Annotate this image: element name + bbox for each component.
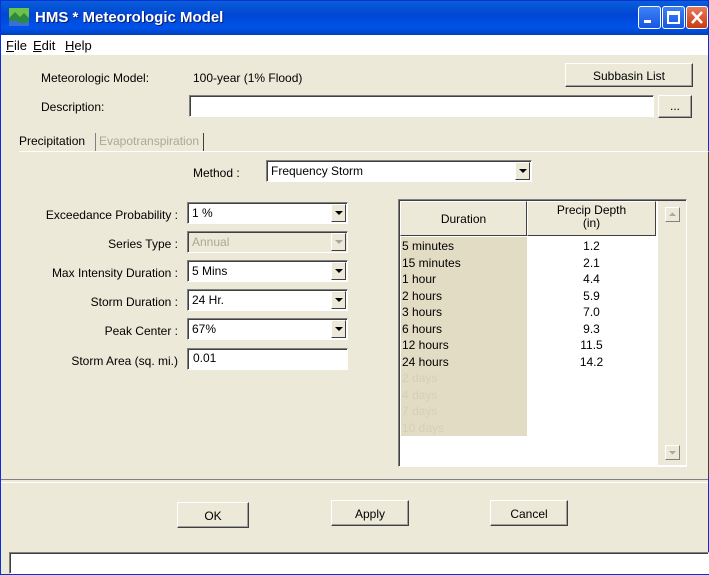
maximize-icon: [667, 11, 680, 24]
exceedance-probability-value: 1 %: [192, 206, 213, 220]
table-row-duration[interactable]: 7 days: [401, 404, 528, 418]
peak-center-select[interactable]: 67%: [187, 318, 348, 340]
hms-app-icon: [9, 8, 29, 26]
chevron-down-icon[interactable]: [331, 262, 346, 280]
table-row-depth[interactable]: [527, 404, 656, 418]
scroll-up-button[interactable]: [665, 207, 680, 222]
peak-center-value: 67%: [192, 322, 217, 336]
apply-button[interactable]: Apply: [331, 500, 409, 526]
series-type-label: Series Type :: [108, 237, 178, 251]
subbasin-list-button[interactable]: Subbasin List: [565, 63, 693, 87]
storm-duration-label: Storm Duration :: [90, 295, 178, 309]
status-bar: [9, 552, 709, 574]
storm-duration-select[interactable]: 24 Hr.: [187, 289, 348, 311]
table-row-duration[interactable]: 1 hour: [401, 272, 528, 286]
max-intensity-duration-value: 5 Mins: [192, 264, 228, 278]
table-row-depth[interactable]: 11.5: [527, 338, 656, 352]
precip-depth-column-header[interactable]: Precip Depth (in): [527, 201, 656, 236]
tab-divider-end: [203, 133, 204, 151]
tab-evapotranspiration[interactable]: Evapotranspiration: [99, 131, 203, 151]
method-value: Frequency Storm: [271, 164, 364, 178]
table-row-depth[interactable]: 14.2: [527, 355, 656, 369]
cancel-button[interactable]: Cancel: [490, 500, 568, 526]
series-type-select: Annual: [187, 231, 348, 253]
description-ellipsis-button[interactable]: ...: [658, 95, 692, 118]
scroll-down-icon: [669, 451, 676, 455]
table-row-depth[interactable]: 9.3: [527, 322, 656, 336]
peak-center-label: Peak Center :: [104, 324, 178, 338]
description-label: Description:: [41, 100, 105, 114]
table-vertical-scrollbar[interactable]: [657, 201, 686, 465]
table-row-depth[interactable]: [527, 388, 656, 402]
storm-area-field[interactable]: 0.01: [187, 348, 348, 370]
method-select[interactable]: Frequency Storm: [266, 160, 532, 182]
table-row-depth[interactable]: 4.4: [527, 272, 656, 286]
max-intensity-duration-select[interactable]: 5 Mins: [187, 260, 348, 282]
menu-edit[interactable]: Edit: [33, 38, 55, 53]
table-row-duration[interactable]: 6 hours: [401, 322, 528, 336]
tab-divider: [95, 133, 96, 151]
series-type-value: Annual: [192, 235, 230, 249]
method-label: Method :: [193, 166, 240, 180]
menu-file[interactable]: File: [6, 38, 27, 53]
table-row-duration[interactable]: 5 minutes: [401, 239, 528, 253]
scroll-down-button[interactable]: [665, 445, 680, 460]
table-row-depth[interactable]: [527, 421, 656, 435]
table-row-duration[interactable]: 24 hours: [401, 355, 528, 369]
table-row-duration[interactable]: 2 days: [401, 371, 528, 385]
storm-area-label: Storm Area (sq. mi.): [71, 354, 178, 368]
meteorologic-model-value: 100-year (1% Flood): [193, 71, 303, 85]
close-button[interactable]: [686, 6, 708, 29]
table-row-depth[interactable]: 5.9: [527, 289, 656, 303]
window-title: HMS * Meteorologic Model: [35, 9, 224, 26]
meteorologic-model-label: Meteorologic Model:: [41, 71, 150, 85]
title-bar[interactable]: HMS * Meteorologic Model: [1, 1, 708, 35]
table-row-duration[interactable]: 3 hours: [401, 305, 528, 319]
max-intensity-duration-label: Max Intensity Duration :: [51, 266, 178, 280]
table-row-duration[interactable]: 4 days: [401, 388, 528, 402]
chevron-down-icon: [331, 233, 346, 251]
meteorologic-model-window: HMS * Meteorologic Model File Edit Help …: [0, 0, 709, 575]
storm-duration-value: 24 Hr.: [192, 293, 225, 307]
table-row-depth[interactable]: 1.2: [527, 239, 656, 253]
exceedance-probability-select[interactable]: 1 %: [187, 202, 348, 224]
table-row-duration[interactable]: 10 days: [401, 421, 528, 435]
precip-depth-table: Duration Precip Depth (in) 5 minutes 1.2 1…: [398, 199, 687, 467]
maximize-button[interactable]: [662, 6, 685, 29]
chevron-down-icon[interactable]: [515, 162, 530, 180]
minimize-button[interactable]: [638, 6, 661, 29]
close-icon: [691, 11, 703, 24]
table-row-depth[interactable]: [527, 371, 656, 385]
duration-column-header[interactable]: Duration: [400, 201, 527, 236]
exceedance-probability-label: Exceedance Probability :: [45, 208, 178, 222]
table-row-duration[interactable]: 15 minutes: [401, 256, 528, 270]
table-row-duration[interactable]: 12 hours: [401, 338, 528, 352]
chevron-down-icon[interactable]: [331, 291, 346, 309]
table-row-depth[interactable]: 7.0: [527, 305, 656, 319]
table-row-depth[interactable]: 2.1: [527, 256, 656, 270]
menu-help[interactable]: Help: [65, 38, 92, 53]
chevron-down-icon[interactable]: [331, 204, 346, 222]
ok-button[interactable]: OK: [177, 502, 249, 528]
scroll-up-icon: [669, 212, 676, 216]
description-field[interactable]: [189, 95, 654, 117]
minimize-icon: [644, 20, 651, 23]
table-row-duration[interactable]: 2 hours: [401, 289, 528, 303]
footer-divider: [1, 479, 708, 483]
menu-bar: File Edit Help: [1, 35, 708, 55]
chevron-down-icon[interactable]: [331, 320, 346, 338]
tab-precipitation[interactable]: Precipitation: [19, 131, 95, 151]
